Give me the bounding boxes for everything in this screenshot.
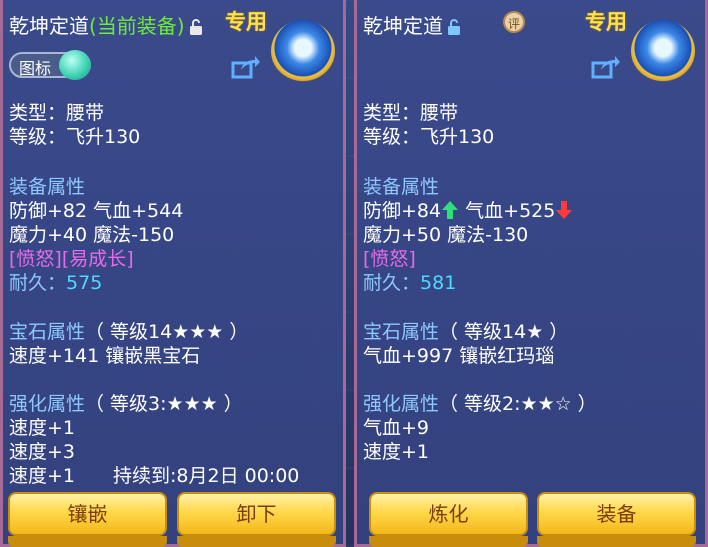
attr-line-1: 防御+82 气血+544 xyxy=(9,200,184,222)
durability-value: 575 xyxy=(66,272,103,294)
up-arrow-icon xyxy=(442,201,459,219)
attr-header: 装备属性 xyxy=(363,176,440,198)
enhance-duration: 持续到:8月2日 00:00 xyxy=(113,465,300,487)
exclusive-label: 专用 xyxy=(585,10,627,34)
enhance-header-line: 强化属性（ 等级2:★★☆ ） xyxy=(363,389,597,416)
gem-level: （ 等级14★ ） xyxy=(439,321,569,343)
enhance-line-2: 速度+3 xyxy=(9,441,76,463)
equip-button[interactable]: 装备 xyxy=(537,492,696,536)
enhance-line-2: 速度+1 xyxy=(363,441,430,463)
level-line: 等级：飞升130 xyxy=(9,126,141,148)
item-title: 乾坤定道(当前装备) xyxy=(9,10,203,39)
enhance-line-1: 气血+9 xyxy=(363,417,430,439)
type-line: 类型：腰带 xyxy=(363,102,459,124)
equip-button-shadow xyxy=(537,536,696,547)
inlay-button-shadow xyxy=(8,536,167,547)
enhance-header: 强化属性 xyxy=(363,393,440,415)
refine-button[interactable]: 炼化 xyxy=(369,492,528,536)
current-equipment-panel: 乾坤定道(当前装备) 专用 图标 类型：腰带 等级：飞升130 装备属性 防御+… xyxy=(0,0,346,547)
enhance-line-3-value: 速度+1 xyxy=(9,465,76,487)
gem-level: （ 等级14★★★ ） xyxy=(85,321,249,343)
refine-button-shadow xyxy=(369,536,528,547)
evaluate-badge[interactable]: 评 xyxy=(503,11,525,33)
special-effects: [愤怒][易成长] xyxy=(9,248,134,270)
durability-line: 耐久：575 xyxy=(9,268,102,295)
lock-icon[interactable] xyxy=(189,19,203,35)
durability-value: 581 xyxy=(420,272,457,294)
level-line: 等级：飞升130 xyxy=(363,126,495,148)
gem-header: 宝石属性 xyxy=(9,321,86,343)
durability-line: 耐久：581 xyxy=(363,268,456,295)
special-effects: [愤怒] xyxy=(363,248,416,270)
enhance-level: （ 等级3:★★★ ） xyxy=(85,393,243,415)
enhance-header: 强化属性 xyxy=(9,393,86,415)
unequip-button[interactable]: 卸下 xyxy=(177,492,336,536)
gem-header-line: 宝石属性（ 等级14★★★ ） xyxy=(9,317,248,344)
durability-label: 耐久： xyxy=(9,272,67,294)
enhance-level: （ 等级2:★★☆ ） xyxy=(439,393,597,415)
attr-line-1: 防御+84 气血+525 xyxy=(363,196,573,223)
item-name: 乾坤定道 xyxy=(9,14,89,38)
share-icon[interactable] xyxy=(591,54,621,80)
compare-equipment-panel: 乾坤定道 评 专用 类型：腰带 等级：飞升130 装备属性 防御+84 气血+5… xyxy=(354,0,708,547)
share-icon[interactable] xyxy=(231,54,261,80)
enhance-line-3: 速度+1 持续到:8月2日 00:00 xyxy=(9,461,299,488)
durability-label: 耐久： xyxy=(363,272,421,294)
gem-line: 速度+141 镶嵌黑宝石 xyxy=(9,345,201,367)
attr-hp: 气血+525 xyxy=(465,200,556,222)
enhance-header-line: 强化属性（ 等级3:★★★ ） xyxy=(9,389,243,416)
attr-line-2: 魔力+50 魔法-130 xyxy=(363,224,529,246)
belt-item-icon xyxy=(271,20,335,82)
exclusive-label: 专用 xyxy=(225,10,267,34)
attr-defense: 防御+84 xyxy=(363,200,442,222)
attr-line-2: 魔力+40 魔法-150 xyxy=(9,224,175,246)
icon-toggle-label: 图标 xyxy=(19,59,52,78)
current-equipped-tag: (当前装备) xyxy=(89,14,185,38)
icon-toggle[interactable]: 图标 xyxy=(9,50,91,80)
unequip-button-shadow xyxy=(177,536,336,547)
down-arrow-icon xyxy=(556,201,573,219)
toggle-knob-icon xyxy=(59,50,91,80)
item-name: 乾坤定道 xyxy=(363,14,443,38)
item-title: 乾坤定道 xyxy=(363,10,461,39)
lock-icon[interactable] xyxy=(447,19,461,35)
gem-header-line: 宝石属性（ 等级14★ ） xyxy=(363,317,568,344)
gem-line: 气血+997 镶嵌红玛瑙 xyxy=(363,345,555,367)
enhance-line-1: 速度+1 xyxy=(9,417,76,439)
belt-item-icon xyxy=(631,20,695,82)
attr-header: 装备属性 xyxy=(9,176,86,198)
inlay-button[interactable]: 镶嵌 xyxy=(8,492,167,536)
type-line: 类型：腰带 xyxy=(9,102,105,124)
gem-header: 宝石属性 xyxy=(363,321,440,343)
